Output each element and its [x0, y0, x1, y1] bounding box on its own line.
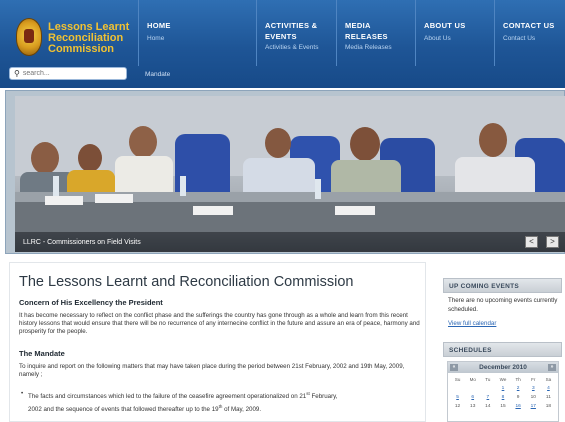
nav-home-sub: Home — [147, 35, 165, 42]
chevron-left-icon: < — [529, 237, 534, 246]
concern-text: It has become necessary to reflect on th… — [19, 312, 420, 335]
calendar-day: 13 — [470, 404, 476, 409]
nav-contact-sub: Contact Us — [503, 35, 536, 42]
calendar-day[interactable]: 1 — [495, 384, 510, 393]
calendar-day-header: Tu — [485, 377, 491, 382]
calendar-day[interactable]: 5 — [450, 393, 465, 402]
calendar-day[interactable]: 16 — [511, 402, 526, 411]
nav-activities-sub: Activities & Events — [265, 44, 319, 51]
calendar-day: 15 — [500, 404, 506, 409]
bullet-text-3: 2002 and the sequence of events that fol… — [28, 406, 219, 414]
nav-activities-title: ACTIVITIES & — [265, 21, 318, 30]
calendar-day-header: Mo — [469, 377, 476, 382]
calendar-day[interactable]: 3 — [526, 384, 541, 393]
calendar-header: « December 2010 » — [448, 362, 558, 373]
calendar-day: 9 — [516, 395, 520, 400]
calendar-day-header: Sa — [545, 377, 552, 382]
commissioners-photo — [15, 96, 565, 232]
nav-media-releases[interactable]: MEDIA RELEASES Media Releases — [336, 0, 415, 66]
nav-media-title-2: RELEASES — [345, 32, 388, 41]
nav-activities-title-2: EVENTS — [265, 32, 297, 41]
nav-home-title: HOME — [147, 21, 171, 30]
slide-next-button[interactable]: > — [546, 236, 559, 248]
chevron-right-icon: > — [550, 237, 555, 246]
site-logo[interactable]: Lessons Learnt Reconciliation Commission — [0, 0, 138, 66]
calendar-day-header: Su — [454, 377, 461, 382]
nav-about-us[interactable]: ABOUT US About Us — [415, 0, 494, 66]
nav-home[interactable]: HOME Home — [138, 0, 256, 66]
slideshow: LLRC - Commissioners on Field Visits < > — [5, 90, 565, 254]
upcoming-events-text: There are no upcoming events currently s… — [448, 297, 558, 313]
logo-line-3: Commission — [48, 43, 115, 55]
mandate-bullet: The facts and circumstances which led to… — [21, 389, 420, 415]
calendar-day: 11 — [545, 395, 551, 400]
slide-image: LLRC - Commissioners on Field Visits < > — [15, 96, 565, 252]
calendar-empty-cell — [450, 384, 465, 393]
mandate-heading: The Mandate — [19, 349, 65, 358]
calendar: « December 2010 » Su Mo Tu We Th Fr Sa 1 2 3 4 5 6 7 8… — [447, 361, 559, 422]
site-header: Lessons Learnt Reconciliation Commission… — [0, 0, 565, 88]
page-title: The Lessons Learnt and Reconciliation Co… — [19, 274, 354, 290]
nav-contact-us[interactable]: CONTACT US Contact Us — [494, 0, 565, 66]
calendar-day-header: Th — [515, 377, 521, 382]
slide-caption: LLRC - Commissioners on Field Visits — [23, 239, 141, 246]
main-content: The Lessons Learnt and Reconciliation Co… — [9, 262, 426, 422]
calendar-prev-icon[interactable]: « — [450, 364, 458, 371]
subnav-mandate[interactable]: Mandate — [145, 71, 170, 78]
calendar-grid: Su Mo Tu We Th Fr Sa 1 2 3 4 5 6 7 8 9 10 11 12 13 14 15 16 17 1… — [448, 373, 558, 411]
calendar-day: 10 — [530, 395, 536, 400]
calendar-empty-cell — [465, 384, 480, 393]
calendar-next-icon[interactable]: » — [548, 364, 556, 371]
calendar-empty-cell — [480, 384, 495, 393]
nav-media-sub: Media Releases — [345, 44, 392, 51]
calendar-day: 14 — [485, 404, 491, 409]
nav-contact-title: CONTACT US — [503, 21, 555, 30]
search-box[interactable]: ⚲ — [9, 67, 127, 80]
emblem-icon — [16, 18, 42, 56]
upcoming-events-heading: Up Coming Events — [443, 278, 562, 293]
calendar-day: 12 — [454, 404, 461, 409]
calendar-day[interactable]: 2 — [511, 384, 526, 393]
concern-heading: Concern of His Excellency the President — [19, 298, 163, 307]
view-full-calendar-link[interactable]: View full calendar — [448, 320, 496, 327]
slide-prev-button[interactable]: < — [525, 236, 538, 248]
calendar-day[interactable]: 7 — [480, 393, 495, 402]
logo-text: Lessons Learnt Reconciliation Commission — [48, 22, 138, 55]
calendar-day[interactable]: 4 — [541, 384, 556, 393]
calendar-month: December 2010 — [479, 364, 527, 371]
search-icon: ⚲ — [14, 69, 20, 78]
mandate-text: To inquire and report on the following m… — [19, 363, 405, 378]
bullet-text-1: The facts and circumstances which led to… — [28, 393, 307, 401]
nav-media-title: MEDIA — [345, 21, 371, 30]
calendar-day[interactable]: 6 — [465, 393, 480, 402]
nav-about-title: ABOUT US — [424, 21, 466, 30]
calendar-day[interactable]: 8 — [495, 393, 510, 402]
calendar-day: 18 — [545, 404, 552, 409]
calendar-day-header: Fr — [531, 377, 536, 382]
nav-about-sub: About Us — [424, 35, 451, 42]
bullet-text-2: February, — [309, 393, 338, 401]
sidebar: Up Coming Events There are no upcoming e… — [443, 268, 562, 422]
bullet-text-4: of May, 2009. — [222, 406, 262, 414]
nav-activities-events[interactable]: ACTIVITIES & EVENTS Activities & Events — [256, 0, 336, 66]
search-input[interactable] — [22, 70, 118, 77]
schedules-heading: Schedules — [443, 342, 562, 357]
calendar-day[interactable]: 17 — [526, 402, 541, 411]
calendar-day-header: We — [499, 377, 507, 382]
